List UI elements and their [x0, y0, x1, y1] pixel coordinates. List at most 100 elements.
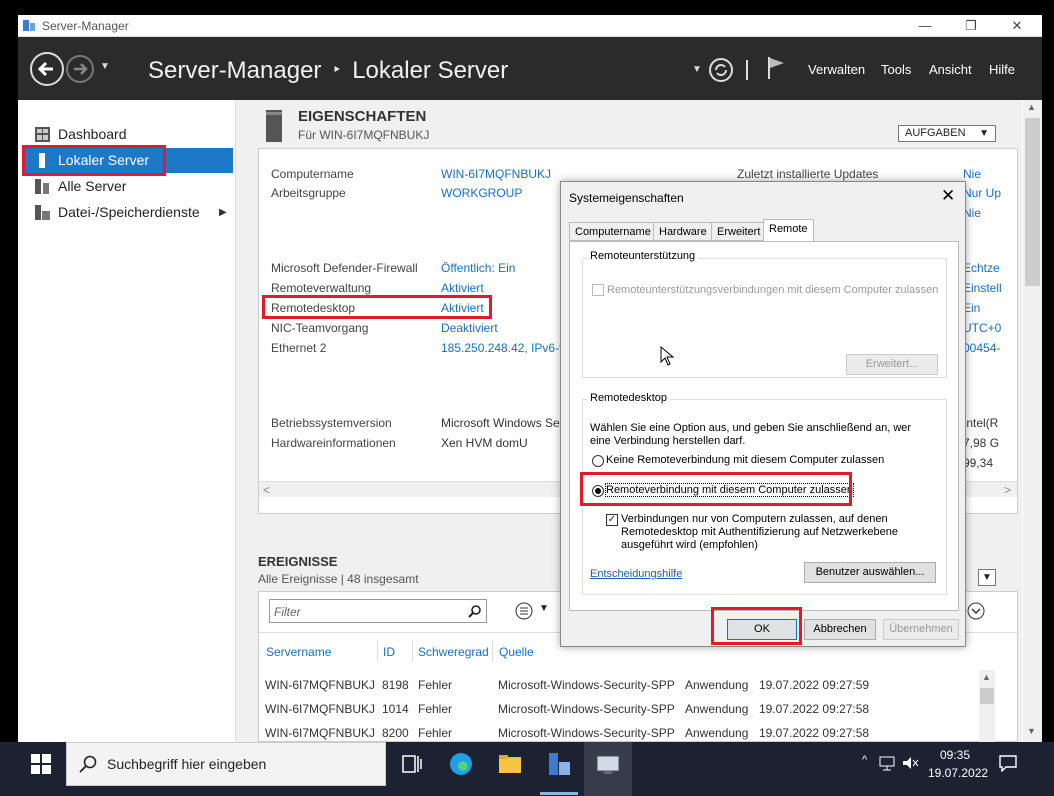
highlight-sidebar-local-server [22, 145, 166, 176]
help-link[interactable]: Entscheidungshilfe [590, 568, 682, 580]
value-right-4[interactable]: Einstell [963, 281, 1015, 295]
remote-tab-panel: Remoteunterstützung Remoteunterstützungs… [569, 241, 959, 611]
arrow-left-icon [37, 61, 53, 77]
clock-date[interactable]: 19.07.2022 [928, 766, 988, 780]
cell-date: 19.07.2022 09:27:58 [759, 726, 870, 740]
remote-assistance-checkbox[interactable] [592, 284, 604, 296]
expand-arrow-icon[interactable]: ▶ [219, 200, 227, 225]
tab-hardware[interactable]: Hardware [653, 222, 713, 241]
sidebar-item-label: Datei-/Speicherdienste [58, 204, 200, 220]
tab-remote[interactable]: Remote [763, 219, 814, 242]
column-servername[interactable]: Servername [266, 645, 331, 659]
search-icon [79, 755, 97, 773]
network-icon[interactable] [878, 755, 896, 771]
select-users-button[interactable]: Benutzer auswählen... [804, 562, 936, 583]
servers-icon [35, 179, 49, 194]
remote-assistance-label: Remoteunterstützungsverbindungen mit die… [607, 284, 939, 296]
search-icon[interactable] [468, 604, 482, 618]
back-button[interactable] [30, 52, 64, 86]
value-right-0[interactable]: Nie [963, 167, 981, 181]
windows-start-icon[interactable] [31, 754, 51, 774]
sidebar-item-file-storage[interactable]: Datei-/Speicherdienste ▶ [22, 200, 233, 225]
menu-ansicht[interactable]: Ansicht [929, 62, 972, 77]
value-computername[interactable]: WIN-6I7MQFNBUKJ [441, 167, 551, 181]
header-divider [746, 60, 748, 80]
volume-muted-icon[interactable] [901, 755, 919, 771]
value-right-7[interactable]: 00454- [963, 341, 1015, 355]
menu-verwalten[interactable]: Verwalten [808, 62, 865, 77]
value-ethernet[interactable]: 185.250.248.42, IPv6-fä [441, 341, 561, 355]
cell-id: 8198 [382, 678, 409, 692]
scroll-thumb[interactable] [980, 688, 994, 704]
scroll-right-icon[interactable]: > [1004, 483, 1011, 497]
list-options-icon[interactable] [515, 602, 533, 620]
apply-button[interactable]: Übernehmen [883, 619, 959, 640]
label-nic-teaming: NIC-Teamvorgang [271, 321, 369, 335]
value-remote-management[interactable]: Aktiviert [441, 281, 484, 295]
menu-tools[interactable]: Tools [881, 62, 911, 77]
highlight-allow-remote [580, 472, 852, 506]
scroll-down-icon[interactable]: ▼ [1027, 726, 1036, 736]
dialog-close-icon[interactable]: ✕ [941, 186, 955, 206]
close-window-button[interactable]: ✕ [994, 15, 1040, 37]
refresh-icon[interactable] [708, 57, 734, 83]
column-severity[interactable]: Schweregrad [418, 645, 489, 659]
value-right-6[interactable]: UTC+0 [963, 321, 1015, 335]
server-tower-icon [266, 110, 282, 142]
task-view-icon[interactable] [398, 750, 426, 778]
events-scrollbar[interactable]: ▲ [979, 670, 995, 742]
value-right-3[interactable]: Echtze [963, 261, 1015, 275]
file-explorer-icon[interactable] [496, 750, 524, 778]
scroll-left-icon[interactable]: < [263, 483, 270, 497]
value-nic-teaming[interactable]: Deaktiviert [441, 321, 498, 335]
breadcrumb-root[interactable]: Server-Manager [148, 57, 321, 84]
tasks-label: AUFGABEN [905, 127, 966, 139]
server-manager-taskbar-icon[interactable] [545, 750, 573, 778]
dialog-title: Systemeigenschaften [569, 191, 684, 205]
scroll-up-icon[interactable]: ▲ [1027, 102, 1036, 112]
taskbar-search-box[interactable]: Suchbegriff hier eingeben [66, 742, 386, 786]
events-tasks-dropdown[interactable]: ▼ [978, 569, 996, 586]
sidebar-item-all-servers[interactable]: Alle Server [22, 174, 233, 199]
filter-input[interactable]: Filter [269, 599, 487, 623]
tab-computername[interactable]: Computername [569, 222, 657, 241]
history-dropdown-icon[interactable]: ▼ [100, 61, 110, 72]
minimize-button[interactable]: — [902, 15, 948, 37]
tasks-dropdown[interactable]: AUFGABEN ▼ [898, 125, 996, 142]
label-ethernet: Ethernet 2 [271, 341, 327, 355]
flag-icon[interactable] [766, 55, 788, 81]
value-firewall[interactable]: Öffentlich: Ein [441, 261, 515, 275]
nla-checkbox[interactable]: ✓ [606, 514, 618, 526]
sidebar-item-label: Dashboard [58, 126, 127, 142]
scroll-up-icon[interactable]: ▲ [982, 672, 991, 682]
radio-no-remote[interactable] [592, 455, 604, 467]
chevron-down-icon: ▼ [979, 128, 989, 139]
column-id[interactable]: ID [383, 645, 395, 659]
column-source[interactable]: Quelle [499, 645, 534, 659]
advanced-button[interactable]: Erweitert... [846, 354, 938, 375]
maximize-button[interactable]: ❐ [948, 15, 994, 37]
expand-panel-icon[interactable] [967, 602, 985, 620]
sidebar-item-dashboard[interactable]: Dashboard [22, 122, 233, 147]
edge-browser-icon[interactable] [447, 750, 475, 778]
clock-time[interactable]: 09:35 [940, 748, 970, 762]
scroll-thumb[interactable] [1025, 118, 1040, 286]
label-os-version: Betriebssystemversion [271, 416, 392, 430]
notification-dropdown-icon[interactable]: ▼ [692, 64, 702, 75]
list-options-dropdown-icon[interactable]: ▼ [539, 603, 549, 614]
tray-chevron-icon[interactable]: ^ [862, 754, 867, 766]
tab-advanced[interactable]: Erweitert [711, 222, 767, 241]
cancel-button[interactable]: Abbrechen [804, 619, 876, 640]
active-app-indicator [540, 792, 578, 795]
remote-desktop-intro: Wählen Sie eine Option aus, und geben Si… [590, 422, 912, 447]
forward-button[interactable] [66, 55, 94, 83]
value-workgroup[interactable]: WORKGROUP [441, 186, 522, 200]
cell-server: WIN-6I7MQFNBUKJ [265, 702, 376, 716]
sidebar-item-label: Alle Server [58, 178, 127, 194]
radio-no-remote-label: Keine Remoteverbindung mit diesem Comput… [606, 454, 885, 466]
taskbar-search-placeholder: Suchbegriff hier eingeben [107, 756, 267, 772]
main-vertical-scrollbar[interactable]: ▲ ▼ [1023, 100, 1042, 742]
value-right-1[interactable]: Nur Up [963, 186, 1001, 200]
menu-hilfe[interactable]: Hilfe [989, 62, 1015, 77]
notifications-icon[interactable] [999, 754, 1017, 772]
